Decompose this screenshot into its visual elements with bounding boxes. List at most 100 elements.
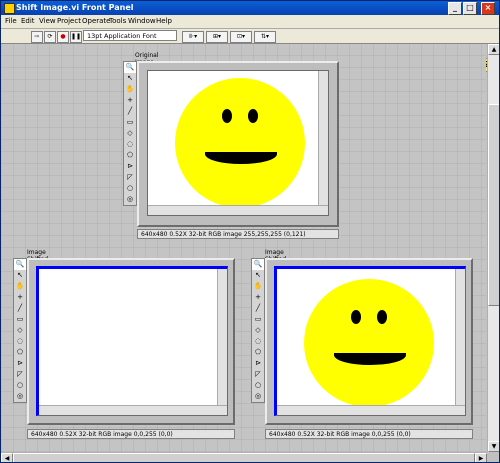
pan-icon[interactable]: ✋ <box>252 281 264 292</box>
menu-operate[interactable]: Operate <box>82 17 110 25</box>
panel-vertical-scrollbar[interactable]: ▲ ▼ <box>487 44 499 452</box>
horizontal-scrollbar[interactable] <box>39 405 227 415</box>
annulus-icon[interactable]: ◌ <box>124 139 136 150</box>
image-status-bar: 640x480 0.52X 32-bit RGB image 0,0,255 (… <box>265 429 473 439</box>
front-panel-window: Shift Image.vi Front Panel _ □ × File Ed… <box>0 0 500 463</box>
spiral-icon[interactable]: ◎ <box>14 391 26 402</box>
polygon-icon[interactable]: ⬠ <box>124 150 136 161</box>
point-icon[interactable]: + <box>14 292 26 303</box>
menu-view[interactable]: View <box>39 17 56 25</box>
panel-horizontal-scrollbar[interactable]: ◀ ▶ <box>1 452 487 462</box>
image-display[interactable] <box>274 266 466 416</box>
run-arrow-icon[interactable]: ⇨ <box>31 31 43 43</box>
rectangle-icon[interactable]: ▭ <box>252 314 264 325</box>
maximize-button[interactable]: □ <box>463 2 477 15</box>
point-icon[interactable]: + <box>252 292 264 303</box>
panel-canvas: Original Image 🔍 ↖ ✋ + ╱ ▭ ◇ ◌ ⬠ ⊳ ◸ ○ ◎ <box>1 44 486 452</box>
horizontal-scrollbar[interactable] <box>148 205 328 215</box>
toolbar: ⇨ ⟳ ● ❚❚ 13pt Application Font ⊪▾ ⊞▾ ⊡▾ … <box>1 29 499 72</box>
right-eye <box>377 310 387 324</box>
scroll-right-icon[interactable]: ▶ <box>475 453 487 462</box>
menu-window[interactable]: Window <box>128 17 156 25</box>
oval-icon[interactable]: ○ <box>14 380 26 391</box>
image-status-bar: 640x480 0.52X 32-bit RGB image 255,255,2… <box>137 229 339 239</box>
pan-icon[interactable]: ✋ <box>124 84 136 95</box>
smile-mouth <box>334 353 406 365</box>
image-frame <box>137 61 339 227</box>
right-eye <box>248 109 258 123</box>
scroll-up-icon[interactable]: ▲ <box>488 44 499 55</box>
left-eye <box>351 310 361 324</box>
menu-file[interactable]: File <box>5 17 17 25</box>
scroll-left-icon[interactable]: ◀ <box>1 453 13 462</box>
rectangle-icon[interactable]: ▭ <box>14 314 26 325</box>
menu-bar: File Edit View Project Operate Tools Win… <box>1 15 499 29</box>
freehand-region-icon[interactable]: ◸ <box>252 369 264 380</box>
font-select[interactable]: 13pt Application Font <box>83 30 177 41</box>
image-frame <box>265 258 473 425</box>
labview-app-icon <box>4 3 15 14</box>
menu-edit[interactable]: Edit <box>21 17 35 25</box>
rotated-rect-icon[interactable]: ◇ <box>14 325 26 336</box>
image-tools-palette: 🔍 ↖ ✋ + ╱ ▭ ◇ ◌ ⬠ ⊳ ◸ ○ ◎ <box>13 258 27 403</box>
scroll-down-icon[interactable]: ▼ <box>488 441 499 452</box>
arrow-icon[interactable]: ↖ <box>252 270 264 281</box>
image-tools-palette: 🔍 ↖ ✋ + ╱ ▭ ◇ ◌ ⬠ ⊳ ◸ ○ ◎ <box>123 61 137 206</box>
image-tools-palette: 🔍 ↖ ✋ + ╱ ▭ ◇ ◌ ⬠ ⊳ ◸ ○ ◎ <box>251 258 265 403</box>
line-icon[interactable]: ╱ <box>14 303 26 314</box>
rectangle-icon[interactable]: ▭ <box>124 117 136 128</box>
minimize-button[interactable]: _ <box>448 2 462 15</box>
horizontal-scrollbar[interactable] <box>277 405 465 415</box>
line-icon[interactable]: ╱ <box>124 106 136 117</box>
pause-icon[interactable]: ❚❚ <box>70 31 82 43</box>
image-display[interactable] <box>147 70 329 216</box>
zoom-icon[interactable]: 🔍 <box>252 259 264 270</box>
image-frame <box>27 258 235 425</box>
freehand-line-icon[interactable]: ⊳ <box>124 161 136 172</box>
freehand-line-icon[interactable]: ⊳ <box>14 358 26 369</box>
menu-project[interactable]: Project <box>57 17 81 25</box>
scroll-thumb[interactable] <box>488 104 499 306</box>
window-title: Shift Image.vi Front Panel <box>16 3 134 12</box>
smiley-face <box>175 78 305 208</box>
image-display[interactable] <box>36 266 228 416</box>
menu-tools[interactable]: Tools <box>109 17 126 25</box>
title-bar: Shift Image.vi Front Panel _ □ × <box>1 1 499 15</box>
arrow-icon[interactable]: ↖ <box>124 73 136 84</box>
annulus-icon[interactable]: ◌ <box>14 336 26 347</box>
freehand-region-icon[interactable]: ◸ <box>124 172 136 183</box>
arrow-icon[interactable]: ↖ <box>14 270 26 281</box>
oval-icon[interactable]: ○ <box>252 380 264 391</box>
zoom-icon[interactable]: 🔍 <box>124 62 136 73</box>
freehand-line-icon[interactable]: ⊳ <box>252 358 264 369</box>
vertical-scrollbar[interactable] <box>455 269 465 406</box>
smile-mouth <box>205 152 277 164</box>
spiral-icon[interactable]: ◎ <box>252 391 264 402</box>
abort-icon[interactable]: ● <box>57 31 69 43</box>
left-eye <box>222 109 232 123</box>
image-status-bar: 640x480 0.52X 32-bit RGB image 0,0,255 (… <box>27 429 235 439</box>
freehand-region-icon[interactable]: ◸ <box>14 369 26 380</box>
run-continuous-icon[interactable]: ⟳ <box>44 31 56 43</box>
smiley-face <box>304 279 434 407</box>
polygon-icon[interactable]: ⬠ <box>14 347 26 358</box>
annulus-icon[interactable]: ◌ <box>252 336 264 347</box>
spiral-icon[interactable]: ◎ <box>124 194 136 205</box>
oval-icon[interactable]: ○ <box>124 183 136 194</box>
vertical-scrollbar[interactable] <box>318 71 328 206</box>
polygon-icon[interactable]: ⬠ <box>252 347 264 358</box>
vertical-scrollbar[interactable] <box>217 269 227 406</box>
close-button[interactable]: × <box>481 2 495 15</box>
menu-help[interactable]: Help <box>156 17 172 25</box>
resize-objects-icon[interactable]: ⊡▾ <box>230 31 252 43</box>
rotated-rect-icon[interactable]: ◇ <box>252 325 264 336</box>
align-objects-icon[interactable]: ⊪▾ <box>182 31 204 43</box>
line-icon[interactable]: ╱ <box>252 303 264 314</box>
zoom-icon[interactable]: 🔍 <box>14 259 26 270</box>
pan-icon[interactable]: ✋ <box>14 281 26 292</box>
point-icon[interactable]: + <box>124 95 136 106</box>
distribute-objects-icon[interactable]: ⊞▾ <box>206 31 228 43</box>
scroll-thumb[interactable] <box>13 453 475 462</box>
rotated-rect-icon[interactable]: ◇ <box>124 128 136 139</box>
reorder-icon[interactable]: ⇅▾ <box>254 31 276 43</box>
